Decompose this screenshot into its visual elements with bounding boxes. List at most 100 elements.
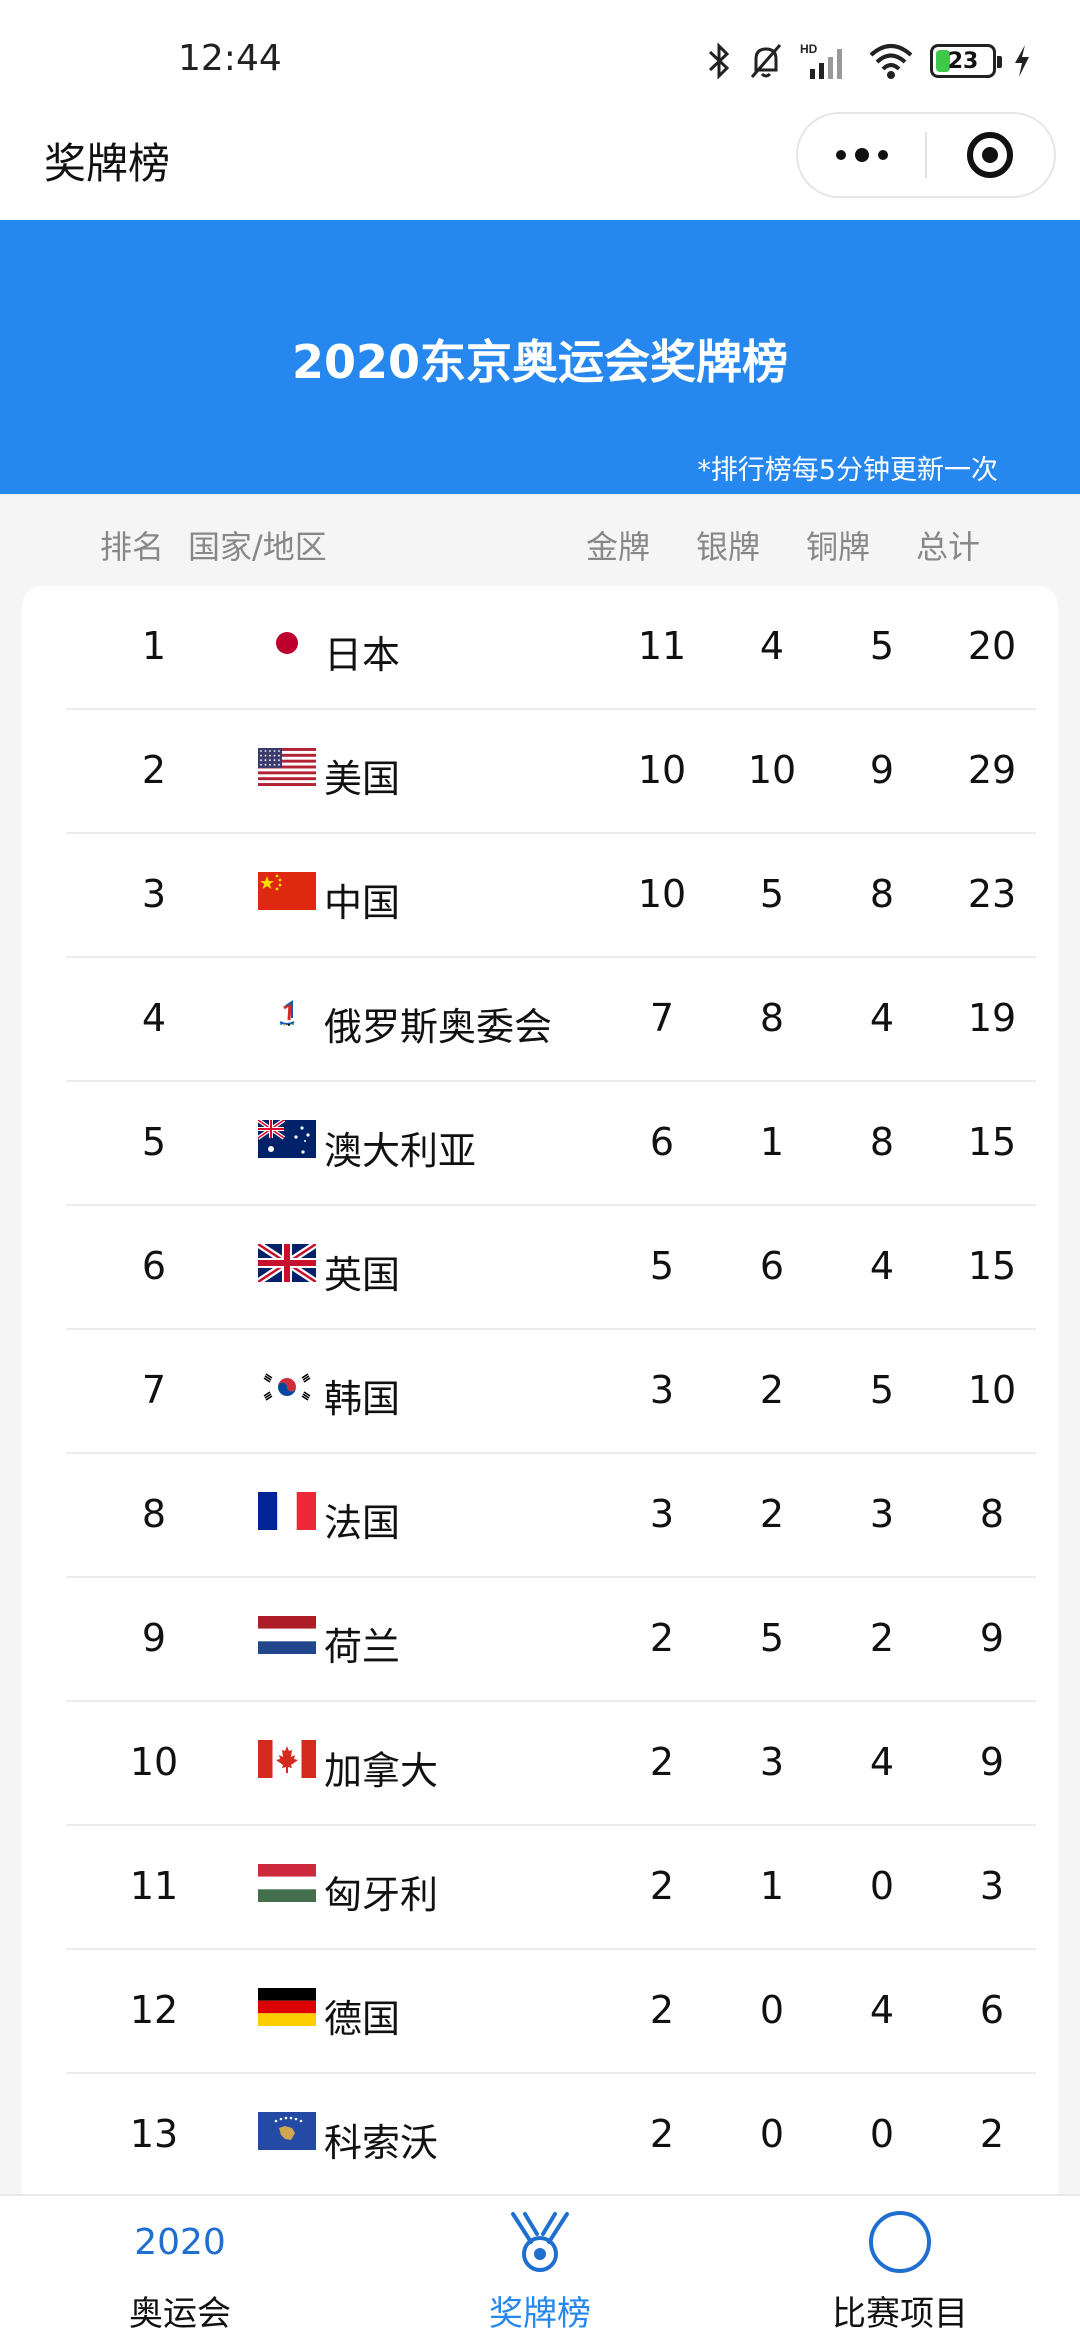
tab-events[interactable]: 比赛项目 — [720, 2196, 1080, 2340]
tab-medals[interactable]: 奖牌榜 — [360, 2196, 720, 2340]
tab-olympics-year: 2020 — [134, 2221, 226, 2263]
country-cell: 法国 — [324, 1501, 401, 1545]
status-icons: HD 23 — [706, 38, 1032, 84]
silver-cell: 0 — [759, 1988, 785, 2032]
rank-cell: 9 — [141, 1616, 167, 1660]
table-row[interactable]: 13 科索沃 2 0 0 2 — [66, 2074, 1036, 2198]
gold-cell: 3 — [649, 1492, 675, 1536]
table-row[interactable]: 1 日本 11 4 5 20 — [66, 586, 1036, 710]
battery-level: 23 — [947, 48, 979, 74]
table-row[interactable]: 2 美国 10 10 9 29 — [66, 710, 1036, 834]
total-cell: 8 — [979, 1492, 1005, 1536]
more-button[interactable] — [798, 114, 925, 196]
gold-cell: 2 — [649, 1864, 675, 1908]
australia-flag — [258, 1120, 316, 1158]
tab-olympics[interactable]: 2020 奥运会 — [0, 2196, 360, 2340]
header-country: 国家/地区 — [188, 528, 327, 566]
bronze-cell: 4 — [869, 1988, 895, 2032]
tab-events-label: 比赛项目 — [832, 2294, 968, 2334]
header-total: 总计 — [916, 528, 981, 566]
silver-cell: 6 — [759, 1244, 785, 1288]
country-cell: 德国 — [324, 1997, 401, 2041]
rank-cell: 1 — [141, 624, 167, 668]
bronze-cell: 9 — [869, 748, 895, 792]
bronze-cell: 0 — [869, 1864, 895, 1908]
korea-flag — [258, 1368, 316, 1406]
kosovo-flag — [258, 2112, 316, 2150]
bronze-cell: 4 — [869, 1244, 895, 1288]
table-row[interactable]: 10 加拿大 2 3 4 9 — [66, 1702, 1036, 1826]
table-row[interactable]: 4 俄罗斯奥委会 7 8 4 19 — [66, 958, 1036, 1082]
gold-cell: 10 — [637, 872, 687, 916]
gold-cell: 3 — [649, 1368, 675, 1412]
total-cell: 20 — [967, 624, 1017, 668]
silver-cell: 4 — [759, 624, 785, 668]
silver-cell: 3 — [759, 1740, 785, 1784]
hungary-flag — [258, 1864, 316, 1902]
target-icon — [967, 132, 1014, 178]
update-note: *排行榜每5分钟更新一次 — [697, 455, 998, 486]
rank-cell: 3 — [141, 872, 167, 916]
wifi-icon — [868, 41, 914, 81]
netherlands-flag — [258, 1616, 316, 1654]
silver-cell: 1 — [759, 1864, 785, 1908]
close-button[interactable] — [927, 114, 1054, 196]
tab-olympics-label: 奥运会 — [129, 2294, 231, 2334]
rank-cell: 12 — [129, 1988, 179, 2032]
rank-cell: 6 — [141, 1244, 167, 1288]
country-cell: 俄罗斯奥委会 — [324, 1005, 553, 1049]
table-row[interactable]: 7 韩国 3 2 5 10 — [66, 1330, 1036, 1454]
hd-signal-icon: HD — [800, 41, 852, 81]
gold-cell: 11 — [637, 624, 687, 668]
table-row[interactable]: 9 荷兰 2 5 2 9 — [66, 1578, 1036, 1702]
charging-icon — [1012, 43, 1032, 79]
year-icon: 2020 — [0, 2210, 360, 2274]
bronze-cell: 0 — [869, 2112, 895, 2156]
table-row[interactable]: 12 德国 2 0 4 6 — [66, 1950, 1036, 2074]
total-cell: 15 — [967, 1120, 1017, 1164]
header-bronze: 铜牌 — [806, 528, 871, 566]
banner: 2020东京奥运会奖牌榜 *排行榜每5分钟更新一次 — [0, 220, 1080, 494]
total-cell: 9 — [979, 1740, 1005, 1784]
country-cell: 中国 — [324, 881, 401, 925]
bronze-cell: 2 — [869, 1616, 895, 1660]
table-row[interactable]: 8 法国 3 2 3 8 — [66, 1454, 1036, 1578]
total-cell: 29 — [967, 748, 1017, 792]
total-cell: 19 — [967, 996, 1017, 1040]
tab-medals-label: 奖牌榜 — [489, 2294, 591, 2334]
gold-cell: 6 — [649, 1120, 675, 1164]
france-flag — [258, 1492, 316, 1530]
bronze-cell: 5 — [869, 624, 895, 668]
rank-cell: 7 — [141, 1368, 167, 1412]
canada-flag — [258, 1740, 316, 1778]
roc-flag — [258, 996, 316, 1034]
bluetooth-icon — [706, 41, 732, 81]
bronze-cell: 8 — [869, 1120, 895, 1164]
total-cell: 23 — [967, 872, 1017, 916]
gold-cell: 2 — [649, 1616, 675, 1660]
china-flag — [258, 872, 316, 910]
medal-icon — [360, 2210, 720, 2274]
gold-cell: 7 — [649, 996, 675, 1040]
gold-cell: 10 — [637, 748, 687, 792]
total-cell: 6 — [979, 1988, 1005, 2032]
country-cell: 日本 — [324, 633, 401, 677]
table-row[interactable]: 3 中国 10 5 8 23 — [66, 834, 1036, 958]
table-row[interactable]: 11 匈牙利 2 1 0 3 — [66, 1826, 1036, 1950]
gold-cell: 2 — [649, 1740, 675, 1784]
table-row[interactable]: 6 英国 5 6 4 15 — [66, 1206, 1036, 1330]
rank-cell: 4 — [141, 996, 167, 1040]
bronze-cell: 4 — [869, 996, 895, 1040]
gold-cell: 2 — [649, 2112, 675, 2156]
country-cell: 匈牙利 — [324, 1873, 439, 1917]
rank-cell: 13 — [129, 2112, 179, 2156]
header-rank: 排名 — [100, 528, 165, 566]
japan-flag — [276, 632, 298, 654]
silver-cell: 5 — [759, 872, 785, 916]
nav-bar: 奖牌榜 — [0, 110, 1080, 220]
table-row[interactable]: 5 澳大利亚 6 1 8 15 — [66, 1082, 1036, 1206]
rank-cell: 11 — [129, 1864, 179, 1908]
country-cell: 荷兰 — [324, 1625, 401, 1669]
tab-bar: 2020 奥运会 奖牌榜 比赛项目 — [0, 2194, 1080, 2340]
ring-icon — [720, 2210, 1080, 2274]
